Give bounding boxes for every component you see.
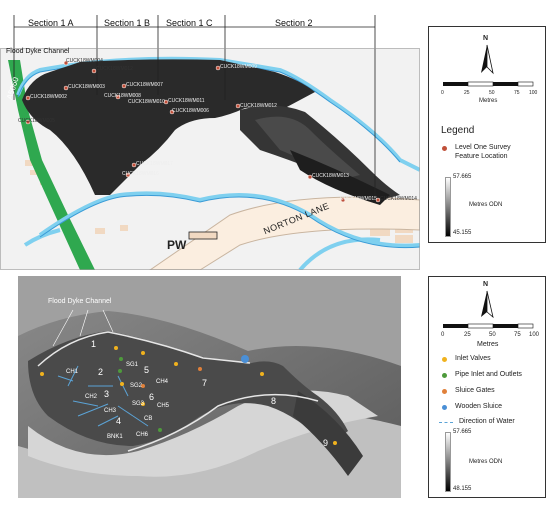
zone-number: 8 bbox=[271, 396, 277, 406]
feature-label: CUCK18WM013 bbox=[312, 173, 349, 179]
zone-number: 1 bbox=[91, 339, 97, 349]
legend-item-wooden: Wooden Sluice bbox=[455, 403, 502, 410]
ramp-max: 57.665 bbox=[453, 429, 472, 435]
feature-label: CUCK18WM015 bbox=[340, 196, 377, 202]
scale-tick: 100 bbox=[529, 90, 538, 96]
zone-number: 7 bbox=[202, 378, 208, 388]
gate-label: SG1 bbox=[126, 362, 139, 368]
flood-dyke-label-top: Flood Dyke Channel bbox=[6, 48, 70, 55]
channel-label: CH4 bbox=[156, 379, 169, 385]
scale-unit: Metres bbox=[479, 98, 498, 104]
pw-building bbox=[188, 231, 218, 240]
feature-label: CUCK18WM009 bbox=[220, 64, 257, 70]
scale-bar bbox=[443, 323, 534, 329]
top-map[interactable]: Section 1 A Section 1 B Section 1 C Sect… bbox=[0, 0, 421, 272]
feature-label: CUCK18WM003 bbox=[68, 84, 105, 90]
feature-label: CUCK18WM017 bbox=[136, 161, 173, 167]
legend-marker-pipe bbox=[442, 373, 447, 378]
ramp-unit: Metres ODN bbox=[469, 202, 503, 208]
legend-item-direction: Direction of Water bbox=[459, 418, 515, 425]
scale-tick: 25 bbox=[464, 332, 471, 338]
feature-label: CUCK18WM014 bbox=[380, 196, 417, 202]
legend-item-sluice: Sluice Gates bbox=[455, 387, 495, 394]
zone-number: 2 bbox=[98, 367, 104, 377]
channel-label: CH5 bbox=[157, 403, 170, 409]
ramp-max: 57.665 bbox=[453, 174, 472, 180]
legend-item-inlet: Inlet Valves bbox=[455, 355, 491, 362]
scale-tick: 75 bbox=[514, 332, 521, 338]
legend-marker-survey bbox=[442, 146, 447, 151]
gate-label: SG3 bbox=[132, 401, 145, 407]
feature-label: CUCK18WM005 bbox=[18, 118, 55, 124]
scale-tick: 25 bbox=[464, 90, 470, 96]
ramp-min: 48.155 bbox=[453, 486, 472, 492]
flood-dyke-label-bottom: Flood Dyke Channel bbox=[48, 298, 112, 305]
legend-item-pipe: Pipe Inlet and Outlets bbox=[455, 371, 522, 378]
channel-label: CB bbox=[144, 416, 153, 422]
channel-label: CH6 bbox=[136, 432, 149, 438]
scale-unit: Metres bbox=[477, 341, 499, 348]
scale-tick: 0 bbox=[441, 90, 444, 96]
channel-label: CH3 bbox=[104, 408, 117, 414]
zone-number: 4 bbox=[116, 416, 122, 426]
feature-label: CUCK18WM007 bbox=[126, 82, 163, 88]
scale-tick: 100 bbox=[529, 332, 540, 338]
elevation-ramp bbox=[445, 432, 451, 492]
north-label: N bbox=[483, 281, 489, 288]
feature-label: CUCK18WM002 bbox=[30, 94, 67, 100]
ramp-min: 45.155 bbox=[453, 230, 472, 236]
feature-label: CUCK18WM011 bbox=[168, 98, 205, 104]
north-label: N bbox=[483, 35, 489, 42]
legend-item-survey: Level One Survey Feature Location bbox=[455, 144, 511, 160]
zone-number: 9 bbox=[323, 438, 329, 448]
feature-label: CUCK18WM012 bbox=[96, 66, 133, 72]
legend-title: Legend bbox=[441, 125, 475, 136]
zone-number: 5 bbox=[144, 365, 150, 375]
scale-bar bbox=[443, 81, 534, 87]
section-1c-label: Section 1 C bbox=[166, 18, 213, 28]
bottom-map[interactable]: Flood Dyke Channel 1 2 3 4 5 6 7 8 9 CH1… bbox=[18, 276, 401, 498]
pw-label: PW bbox=[167, 238, 187, 252]
scale-tick: 50 bbox=[489, 90, 495, 96]
bank-label: BNK1 bbox=[107, 434, 123, 440]
legend-marker-sluice bbox=[442, 389, 447, 394]
elevation-ramp bbox=[445, 177, 451, 237]
section-1a-label: Section 1 A bbox=[28, 18, 74, 28]
section-2-label: Section 2 bbox=[275, 18, 313, 28]
legend-marker-direction bbox=[439, 422, 453, 423]
scale-tick: 75 bbox=[514, 90, 520, 96]
bottom-legend: N 0 25 50 75 100 Metres Inlet Valves Pip… bbox=[428, 276, 546, 498]
scale-tick: 50 bbox=[489, 332, 496, 338]
feature-label: CUCK18WM004 bbox=[66, 58, 103, 64]
gate-label: SG2 bbox=[130, 383, 143, 389]
bottom-map-canvas bbox=[18, 276, 401, 498]
feature-label: CUCK18WM012 bbox=[240, 103, 277, 109]
zone-number: 3 bbox=[104, 389, 110, 399]
section-1b-label: Section 1 B bbox=[104, 18, 151, 28]
scale-tick: 0 bbox=[441, 332, 445, 338]
channel-label: CH1 bbox=[66, 369, 79, 375]
top-map-canvas bbox=[0, 0, 421, 272]
ramp-unit: Metres ODN bbox=[469, 459, 503, 465]
legend-marker-wooden bbox=[442, 405, 447, 410]
top-legend: N 0 25 50 75 100 Metres Legend Level One… bbox=[428, 26, 546, 243]
zone-number: 6 bbox=[149, 392, 155, 402]
channel-label: CH2 bbox=[85, 394, 98, 400]
legend-marker-inlet bbox=[442, 357, 447, 362]
feature-label: CUCK18WM010 bbox=[128, 99, 165, 105]
feature-label: CUCK18WM016 bbox=[122, 171, 159, 177]
feature-label: CUCK18WM006 bbox=[172, 108, 209, 114]
